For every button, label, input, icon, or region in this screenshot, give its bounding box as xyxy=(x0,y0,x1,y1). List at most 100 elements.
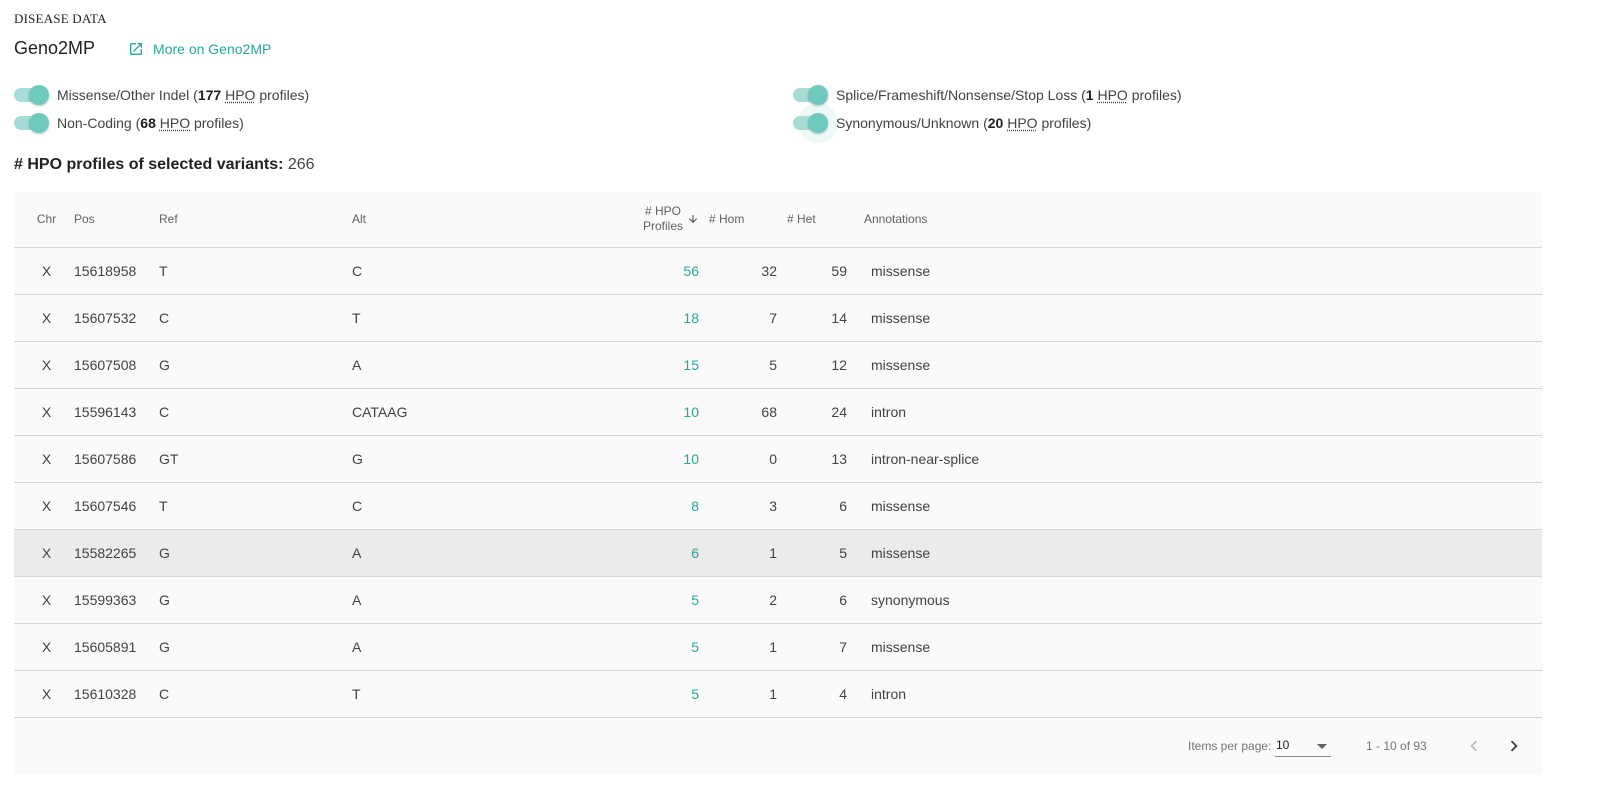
table-row[interactable]: X 15607532 C T 18 7 14 missense xyxy=(14,294,1542,342)
cell-annotation: missense xyxy=(847,482,1542,530)
table-row[interactable]: X 15596143 C CATAAG 10 68 24 intron xyxy=(14,388,1542,436)
cell-pos: 15607586 xyxy=(69,435,154,483)
table-row[interactable]: X 15607586 GT G 10 0 13 intron-near-splice xyxy=(14,435,1542,483)
hpo-abbr: HPO xyxy=(159,115,191,131)
next-page-button[interactable] xyxy=(1499,731,1529,761)
cell-annotation: synonymous xyxy=(847,576,1542,624)
missense-toggle-switch[interactable] xyxy=(14,85,50,105)
cell-alt: A xyxy=(347,623,599,671)
cell-annotation: missense xyxy=(847,294,1542,342)
cell-annotation: missense xyxy=(847,623,1542,671)
table-row[interactable]: X 15607508 G A 15 5 12 missense xyxy=(14,341,1542,389)
toggle-label: Synonymous/Unknown xyxy=(836,115,980,131)
cell-hpo-profiles: 6 xyxy=(599,529,699,577)
cell-ref: T xyxy=(154,482,347,530)
cell-pos: 15582265 xyxy=(69,529,154,577)
col-hpo-line1: # HPO xyxy=(644,204,681,219)
table-row[interactable]: X 15618958 T C 56 32 59 missense xyxy=(14,247,1542,295)
paginator: Items per page: 10 1 - 10 of 93 xyxy=(14,719,1542,774)
cell-ref: GT xyxy=(154,435,347,483)
col-hpo-profiles[interactable]: # HPO Profiles xyxy=(599,192,699,248)
toggle-missense-other-indel: Missense/Other Indel (177 HPO profiles) xyxy=(14,83,309,107)
hpo-abbr: HPO xyxy=(1097,87,1128,103)
cell-hpo-profiles: 5 xyxy=(599,670,699,718)
cell-pos: 15607508 xyxy=(69,341,154,389)
dropdown-caret-icon xyxy=(1317,744,1327,749)
cell-het: 7 xyxy=(777,623,847,671)
col-alt: Alt xyxy=(347,192,599,248)
col-hom: # Hom xyxy=(699,192,777,248)
cell-ref: G xyxy=(154,341,347,389)
cell-chr: X xyxy=(14,623,69,671)
cell-chr: X xyxy=(14,388,69,436)
cell-het: 6 xyxy=(777,576,847,624)
toggle-non-coding: Non-Coding (68 HPO profiles) xyxy=(14,111,244,135)
col-annotations: Annotations xyxy=(847,192,1542,248)
cell-alt: CATAAG xyxy=(347,388,599,436)
cell-pos: 15618958 xyxy=(69,247,154,295)
splice-toggle-switch[interactable] xyxy=(793,85,829,105)
cell-het: 24 xyxy=(777,388,847,436)
cell-hpo-profiles: 15 xyxy=(599,341,699,389)
cell-pos: 15605891 xyxy=(69,623,154,671)
cell-het: 12 xyxy=(777,341,847,389)
variants-table-container: Chr Pos Ref Alt # HPO Profiles # Hom # H… xyxy=(14,192,1542,774)
cell-alt: T xyxy=(347,294,599,342)
cell-annotation: intron xyxy=(847,388,1542,436)
items-per-page-value: 10 xyxy=(1276,738,1290,752)
hpo-abbr: HPO xyxy=(1007,115,1038,131)
summary-value: 266 xyxy=(287,156,315,173)
toggle-suffix: profiles) xyxy=(259,87,310,103)
cell-het: 4 xyxy=(777,670,847,718)
toggle-suffix: profiles) xyxy=(1041,115,1092,131)
cell-annotation: missense xyxy=(847,341,1542,389)
synonymous-toggle-switch[interactable] xyxy=(793,103,838,143)
cell-hom: 3 xyxy=(699,482,777,530)
cell-alt: T xyxy=(347,670,599,718)
cell-alt: A xyxy=(347,529,599,577)
cell-het: 59 xyxy=(777,247,847,295)
table-row[interactable]: X 15605891 G A 5 1 7 missense xyxy=(14,623,1542,671)
table-row[interactable]: X 15607546 T C 8 3 6 missense xyxy=(14,482,1542,530)
non-coding-toggle-switch[interactable] xyxy=(14,113,50,133)
cell-hom: 0 xyxy=(699,435,777,483)
cell-annotation: intron-near-splice xyxy=(847,435,1542,483)
cell-hpo-profiles: 5 xyxy=(599,576,699,624)
table-row[interactable]: X 15582265 G A 6 1 5 missense xyxy=(14,529,1542,577)
source-title: Geno2MP xyxy=(14,38,96,58)
cell-ref: G xyxy=(154,623,347,671)
col-hpo-line2: Profiles xyxy=(642,219,683,234)
toggle-count: 1 xyxy=(1085,87,1094,103)
chevron-left-icon xyxy=(1470,740,1478,752)
cell-het: 14 xyxy=(777,294,847,342)
col-pos: Pos xyxy=(69,192,154,248)
previous-page-button[interactable] xyxy=(1459,731,1489,761)
cell-ref: C xyxy=(154,294,347,342)
cell-hom: 7 xyxy=(699,294,777,342)
table-row[interactable]: X 15599363 G A 5 2 6 synonymous xyxy=(14,576,1542,624)
items-per-page-select[interactable]: 10 xyxy=(1275,735,1331,757)
table-header-row: Chr Pos Ref Alt # HPO Profiles # Hom # H… xyxy=(14,192,1542,248)
toggle-suffix: profiles) xyxy=(193,115,244,131)
cell-annotation: missense xyxy=(847,529,1542,577)
toggle-suffix: profiles) xyxy=(1131,87,1182,103)
page-range: 1 - 10 of 93 xyxy=(1366,739,1427,753)
cell-ref: G xyxy=(154,576,347,624)
cell-chr: X xyxy=(14,247,69,295)
col-chr: Chr xyxy=(14,192,69,248)
items-per-page-label: Items per page: xyxy=(1188,739,1272,753)
cell-chr: X xyxy=(14,482,69,530)
cell-ref: T xyxy=(154,247,347,295)
hpo-abbr: HPO xyxy=(225,87,256,103)
table-row[interactable]: X 15610328 C T 5 1 4 intron xyxy=(14,670,1542,718)
cell-alt: C xyxy=(347,247,599,295)
cell-hpo-profiles: 10 xyxy=(599,388,699,436)
cell-hom: 68 xyxy=(699,388,777,436)
more-on-geno2mp-link[interactable]: More on Geno2MP xyxy=(128,41,271,57)
chevron-right-icon xyxy=(1510,740,1518,752)
source-header: Geno2MP More on Geno2MP xyxy=(14,38,271,59)
cell-alt: A xyxy=(347,341,599,389)
cell-pos: 15607546 xyxy=(69,482,154,530)
cell-annotation: intron xyxy=(847,670,1542,718)
toggle-label: Splice/Frameshift/Nonsense/Stop Loss xyxy=(836,87,1078,103)
